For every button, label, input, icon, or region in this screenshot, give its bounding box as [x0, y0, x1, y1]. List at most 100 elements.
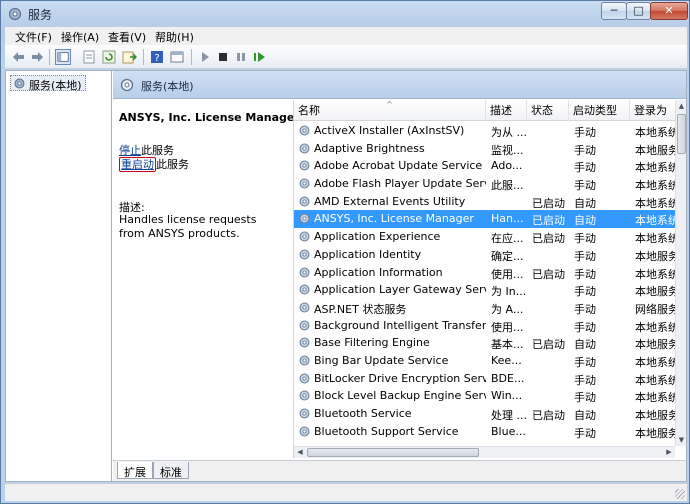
vertical-scroll-thumb[interactable]	[677, 114, 686, 154]
refresh-icon[interactable]	[101, 49, 117, 65]
show-hide-icon[interactable]	[169, 49, 185, 65]
scroll-right-arrow-icon[interactable]: ▶	[663, 447, 675, 458]
scroll-left-arrow-icon[interactable]: ◀	[294, 447, 306, 458]
table-row[interactable]: AMD External Events Utility 已启动 自动 本地系统	[294, 193, 675, 211]
service-description: Kee...	[491, 353, 522, 367]
service-startup-type: 手动	[574, 373, 596, 387]
service-name: Application Layer Gateway Service	[314, 283, 486, 297]
column-header-logon[interactable]: 登录为	[630, 100, 675, 121]
table-row[interactable]: Adobe Flash Player Update Servi... 此服... 手…	[294, 175, 675, 193]
toolbar-separator	[143, 49, 144, 65]
table-row[interactable]: Background Intelligent Transfer ... 使用...…	[294, 317, 675, 335]
service-logon: 本地系统	[635, 267, 675, 281]
menu-view[interactable]: 查看(V)	[108, 29, 146, 45]
service-name: Background Intelligent Transfer ...	[314, 318, 486, 332]
properties-icon[interactable]	[81, 49, 97, 65]
service-logon: 本地服务	[635, 143, 675, 157]
service-gear-icon	[299, 267, 310, 277]
service-logon: 本地系统	[635, 373, 675, 387]
scroll-up-arrow-icon[interactable]: ▲	[676, 100, 686, 112]
service-startup-type: 自动	[574, 409, 596, 422]
service-logon: 本地系统	[635, 320, 675, 334]
table-row[interactable]: Application Layer Gateway Service 为 In...…	[294, 281, 675, 299]
title-bar[interactable]: 服务 ─ □ ✕	[1, 1, 689, 27]
menu-file[interactable]: 文件(F)	[15, 29, 52, 45]
pause-icon[interactable]	[233, 49, 249, 65]
table-row[interactable]: Base Filtering Engine 基本... 已启动 自动 本地服务	[294, 334, 675, 352]
table-row[interactable]: Bing Bar Update Service Kee... 手动 本地系统	[294, 352, 675, 370]
table-row[interactable]: Adobe Acrobat Update Service Ado... 手动 本地系统	[294, 157, 675, 175]
tab-extended[interactable]: 扩展	[117, 462, 153, 479]
service-startup-type: 手动	[574, 267, 596, 281]
service-logon: 本地服务	[635, 426, 675, 440]
service-startup-type: 手动	[574, 161, 596, 175]
help-icon[interactable]: ?	[149, 49, 165, 65]
services-list: 名称 ^ 描述 状态 启动类型 登录为 ActiveX Installer (A…	[293, 100, 686, 458]
column-header-status[interactable]: 状态	[527, 100, 569, 121]
service-name: Application Experience	[314, 230, 441, 244]
service-description: 使用...	[491, 267, 524, 281]
resize-grip-icon[interactable]	[675, 489, 685, 499]
table-row[interactable]: ANSYS, Inc. License Manager Han... 已启动 自动 本地…	[294, 210, 675, 229]
play-icon[interactable]	[197, 49, 213, 65]
service-gear-icon	[299, 337, 310, 348]
service-gear-icon	[299, 213, 310, 224]
service-startup-type: 手动	[574, 285, 596, 299]
restart-service-suffix: 此服务	[156, 158, 189, 171]
horizontal-scroll-thumb[interactable]	[307, 448, 479, 457]
table-row[interactable]: ActiveX Installer (AxInstSV) 为从 ... 手动 本地系统	[294, 122, 675, 140]
service-logon: 本地服务	[635, 338, 675, 352]
vertical-scrollbar[interactable]: ▲ ▼	[675, 100, 686, 446]
column-logon-label: 登录为	[634, 104, 667, 117]
service-logon: 本地系统	[635, 179, 675, 193]
table-row[interactable]: Block Level Backup Engine Service Win... 手…	[294, 387, 675, 405]
export-icon[interactable]	[121, 49, 137, 65]
menu-action[interactable]: 操作(A)	[61, 29, 99, 45]
minimize-button[interactable]: ─	[601, 2, 627, 20]
service-logon: 本地系统	[635, 232, 675, 246]
service-gear-icon	[299, 178, 310, 189]
restart-icon[interactable]	[251, 49, 267, 65]
table-row[interactable]: Application Identity 确定... 手动 本地服务	[294, 246, 675, 264]
service-status: 已启动	[532, 196, 565, 210]
maximize-button[interactable]: □	[626, 2, 651, 20]
service-gear-icon	[299, 160, 310, 171]
service-status: 已启动	[532, 338, 565, 352]
restart-service-link[interactable]: 重启动	[119, 157, 156, 172]
table-row[interactable]: Bluetooth Support Service Blue... 手动 本地服务	[294, 423, 675, 441]
tab-standard[interactable]: 标准	[153, 462, 189, 479]
column-header-startup[interactable]: 启动类型	[569, 100, 630, 121]
table-row[interactable]: Application Information 使用... 已启动 手动 本地系统	[294, 264, 675, 282]
view-tabs: 扩展 标准	[113, 460, 686, 481]
service-gear-icon	[299, 373, 310, 384]
menu-help[interactable]: 帮助(H)	[155, 29, 194, 45]
service-name: Adobe Acrobat Update Service	[314, 159, 483, 173]
service-startup-type: 手动	[574, 126, 596, 139]
service-gear-icon	[299, 355, 310, 366]
table-row[interactable]: ASP.NET 状态服务 为 A... 手动 网络服务	[294, 299, 675, 317]
horizontal-scrollbar[interactable]: ◀ ▶	[294, 446, 675, 458]
service-startup-type: 手动	[574, 302, 596, 316]
back-arrow-icon[interactable]	[11, 49, 27, 65]
service-description: 监视...	[491, 143, 524, 157]
service-name: Bluetooth Support Service	[314, 424, 459, 438]
stop-icon[interactable]	[215, 49, 231, 65]
service-name: Application Information	[314, 265, 443, 279]
selected-service-title: ANSYS, Inc. License Manager	[119, 111, 300, 124]
console-tree-icon[interactable]	[55, 49, 71, 65]
table-row[interactable]: Bluetooth Service 处理 ... 已启动 自动 本地服务	[294, 405, 675, 423]
table-row[interactable]: Application Experience 在应... 已启动 手动 本地系统	[294, 228, 675, 246]
service-description: 为从 ...	[491, 126, 527, 139]
service-detail-panel: ANSYS, Inc. License Manager 停止此服务 重启动 此服务…	[113, 100, 300, 460]
forward-arrow-icon[interactable]	[29, 49, 45, 65]
scroll-down-arrow-icon[interactable]: ▼	[676, 434, 686, 446]
service-startup-type: 手动	[574, 391, 596, 405]
service-logon: 本地系统	[635, 391, 675, 405]
service-name: AMD External Events Utility	[314, 194, 466, 208]
table-row[interactable]: BitLocker Drive Encryption Service BDE...…	[294, 370, 675, 388]
table-row[interactable]: Adaptive Brightness 监视... 手动 本地服务	[294, 140, 675, 158]
close-button[interactable]: ✕	[650, 2, 688, 20]
pane-header: 服务(本地)	[113, 71, 686, 99]
column-header-description[interactable]: 描述	[486, 100, 527, 121]
tree-item-services-local[interactable]: 服务(本地)	[10, 75, 86, 92]
